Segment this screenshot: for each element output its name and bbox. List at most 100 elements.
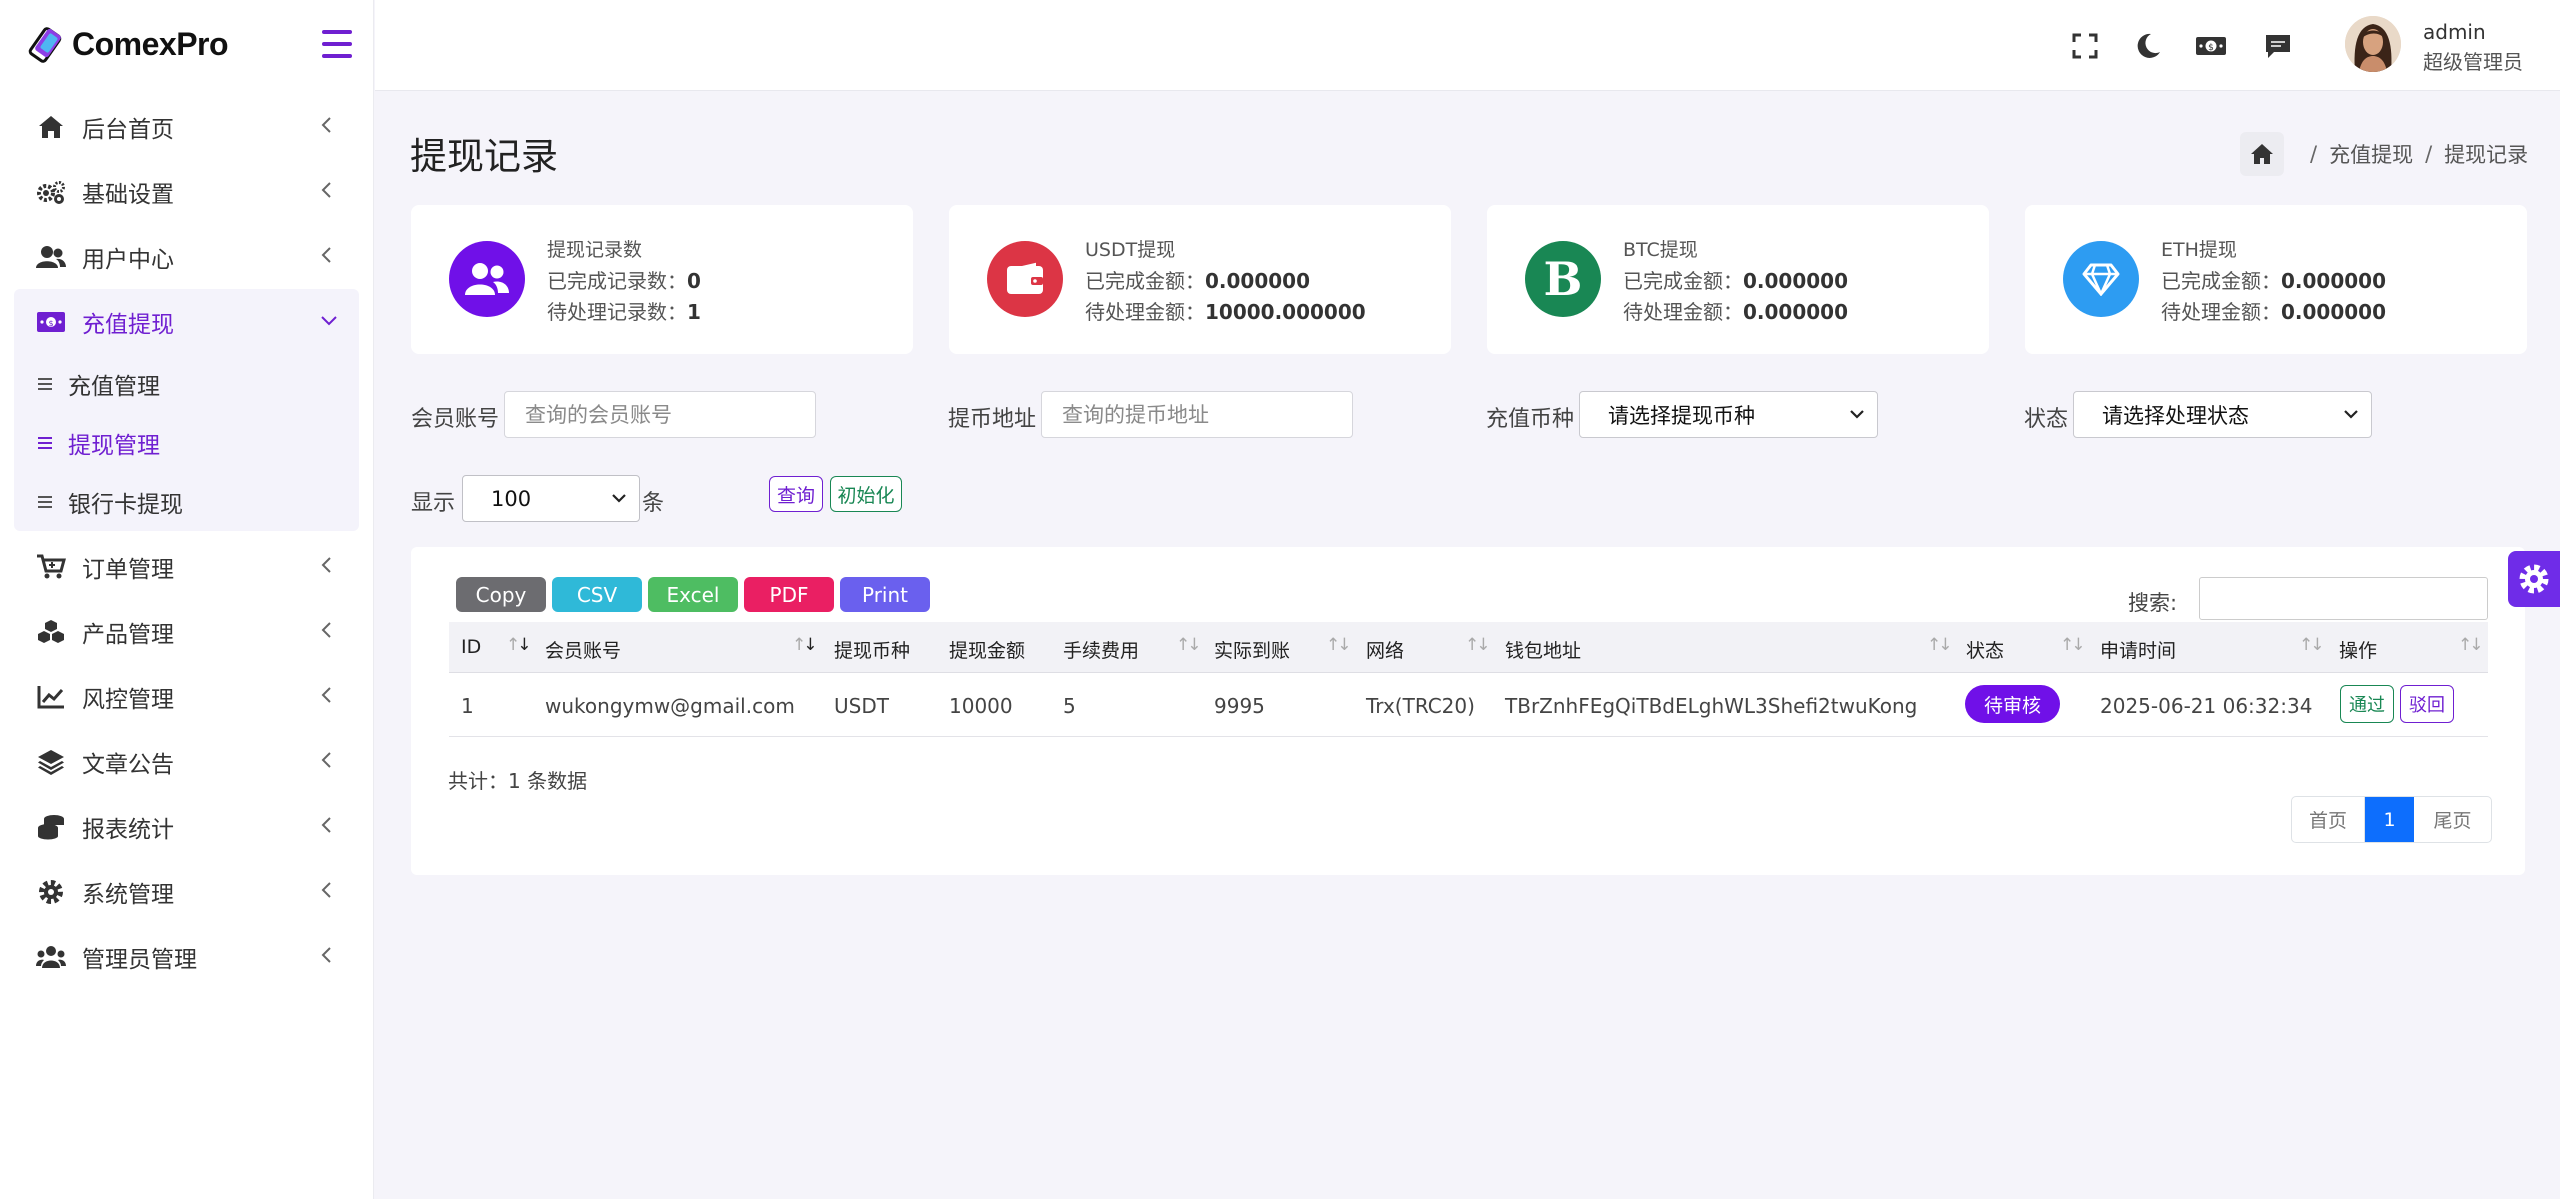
card-row-pending: 待处理金额：0.000000 [1623, 300, 1849, 324]
sidebar-item-products[interactable]: 产品管理 [0, 599, 373, 664]
card-title: ETH提现 [2161, 239, 2237, 261]
csv-button[interactable]: CSV [552, 577, 642, 612]
print-button[interactable]: Print [840, 577, 930, 612]
breadcrumb-item-current: 提现记录 [2444, 143, 2529, 167]
column-header[interactable]: ID [461, 636, 481, 658]
sidebar-subitem-deposit[interactable]: 充值管理 [14, 354, 359, 413]
sidebar-item-system[interactable]: 系统管理 [0, 859, 373, 924]
sort-icon[interactable]: ↑↓ [1927, 635, 1952, 655]
column-header[interactable]: 申请时间 [2100, 636, 2176, 663]
sidebar-item-home[interactable]: 后台首页 [0, 94, 373, 159]
column-header[interactable]: 状态 [1966, 636, 2004, 663]
sidebar-item-orders[interactable]: 订单管理 [0, 534, 373, 599]
reject-button[interactable]: 驳回 [2400, 685, 2454, 723]
stat-card-withdraw-count: 提现记录数 已完成记录数：0 待处理记录数：1 [411, 205, 913, 354]
pager-last[interactable]: 尾页 [2414, 797, 2491, 842]
column-header[interactable]: 实际到账 [1214, 636, 1290, 663]
page-size-select[interactable]: 100 [462, 475, 640, 522]
cell-id: 1 [461, 694, 474, 718]
sort-icon[interactable]: ↑↓ [792, 635, 818, 655]
chevron-left-icon [321, 117, 331, 133]
cell-amount: 10000 [949, 694, 1013, 718]
top-bar [375, 0, 2560, 91]
column-header[interactable]: 手续费用 [1063, 636, 1139, 663]
sort-icon[interactable]: ↑↓ [2299, 635, 2324, 655]
sort-icon[interactable]: ↑↓ [1176, 635, 1201, 655]
moon-icon[interactable] [2134, 32, 2162, 60]
home-icon [36, 112, 66, 142]
column-header[interactable]: 操作 [2339, 636, 2377, 663]
user-name[interactable]: admin [2423, 20, 2486, 44]
sidebar-item-deposit-withdraw[interactable]: $ 充值提现 [14, 289, 359, 354]
chevron-left-icon [321, 882, 331, 898]
chevron-down-icon [612, 494, 626, 503]
fullscreen-icon[interactable] [2071, 32, 2099, 60]
excel-button[interactable]: Excel [648, 577, 738, 612]
sidebar-subitem-withdraw[interactable]: 提现管理 [14, 413, 359, 472]
sidebar-item-articles[interactable]: 文章公告 [0, 729, 373, 794]
page-title: 提现记录 [410, 135, 558, 178]
user-role: 超级管理员 [2423, 50, 2523, 74]
sidebar-subitem-label: 提现管理 [68, 432, 160, 459]
status-select[interactable]: 请选择处理状态 [2073, 391, 2372, 438]
sidebar-item-risk[interactable]: 风控管理 [0, 664, 373, 729]
sidebar: ComexPro 后台首页 基础设置 用户中心 $ 充值提现 充值管理 提现管理… [0, 0, 374, 1199]
sidebar-item-settings[interactable]: 基础设置 [0, 159, 373, 224]
table-search-input[interactable] [2199, 577, 2488, 620]
column-header[interactable]: 提现金额 [949, 636, 1025, 663]
column-header[interactable]: 网络 [1366, 636, 1404, 663]
list-icon [38, 495, 52, 508]
list-icon [38, 436, 52, 449]
sidebar-subitem-bank-withdraw[interactable]: 银行卡提现 [14, 472, 359, 531]
cell-fee: 5 [1063, 694, 1076, 718]
sort-icon[interactable]: ↑↓ [2458, 635, 2483, 655]
sort-desc-icon[interactable]: ↑↓ [506, 635, 532, 655]
coin-select[interactable]: 请选择提现币种 [1579, 391, 1878, 438]
users-icon [449, 241, 525, 317]
card-title: BTC提现 [1623, 239, 1698, 261]
card-title: USDT提现 [1085, 239, 1176, 261]
settings-gear-icon[interactable] [2508, 551, 2560, 607]
cell-account: wukongymw@gmail.com [545, 694, 795, 718]
withdraw-address-input[interactable] [1041, 391, 1353, 438]
sidebar-item-reports[interactable]: 报表统计 [0, 794, 373, 859]
table-search-label: 搜索: [2128, 591, 2178, 615]
sort-icon[interactable]: ↑↓ [1326, 635, 1351, 655]
pager-current[interactable]: 1 [2365, 797, 2414, 842]
sidebar-item-admins[interactable]: 管理员管理 [0, 924, 373, 989]
sort-icon[interactable]: ↑↓ [1465, 635, 1490, 655]
chevron-left-icon [321, 817, 331, 833]
breadcrumb-home-icon[interactable] [2240, 132, 2284, 176]
breadcrumb-item[interactable]: 充值提现 [2329, 139, 2413, 169]
column-header[interactable]: 钱包地址 [1505, 636, 1581, 663]
copy-button[interactable]: Copy [456, 577, 546, 612]
cart-icon [36, 552, 66, 582]
query-button[interactable]: 查询 [769, 476, 823, 512]
logo-text: ComexPro [72, 25, 229, 62]
status-select-value: 请选择处理状态 [2102, 403, 2249, 428]
card-row-completed: 已完成金额：0.000000 [2161, 269, 2387, 293]
diamond-icon [2063, 241, 2139, 317]
card-row-pending: 待处理记录数：1 [547, 300, 701, 324]
sidebar-item-users[interactable]: 用户中心 [0, 224, 373, 289]
card-row-completed: 已完成记录数：0 [547, 269, 701, 293]
pager-first[interactable]: 首页 [2292, 797, 2365, 842]
approve-button[interactable]: 通过 [2340, 685, 2394, 723]
money-bill-icon[interactable]: $ [2195, 32, 2226, 60]
reset-button[interactable]: 初始化 [830, 476, 902, 512]
svg-text:B: B [1544, 257, 1583, 301]
line-chart-icon [36, 682, 66, 712]
sort-icon[interactable]: ↑↓ [2060, 635, 2085, 655]
menu-toggle-icon[interactable] [322, 30, 352, 58]
member-account-input[interactable] [504, 391, 816, 438]
sidebar-item-label: 基础设置 [82, 181, 174, 208]
sidebar-item-label: 报表统计 [82, 816, 174, 843]
avatar[interactable] [2345, 16, 2401, 72]
money-icon: $ [36, 307, 66, 337]
withdraw-address-label: 提币地址 [948, 407, 1037, 432]
coin-label: 充值币种 [1486, 407, 1575, 432]
comment-icon[interactable] [2264, 32, 2292, 60]
column-header[interactable]: 提现币种 [834, 636, 910, 663]
pdf-button[interactable]: PDF [744, 577, 834, 612]
column-header[interactable]: 会员账号 [545, 636, 621, 663]
